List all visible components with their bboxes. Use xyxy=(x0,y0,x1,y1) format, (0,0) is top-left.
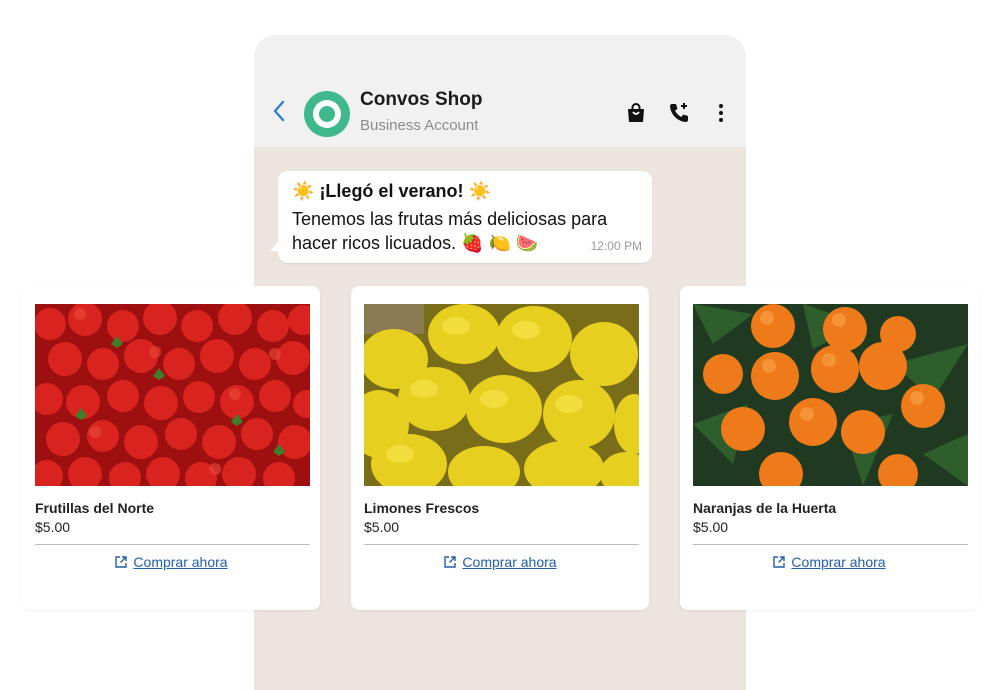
external-link-icon xyxy=(115,556,128,568)
message-time: 12:00 PM xyxy=(590,239,642,253)
product-image-oranges[interactable] xyxy=(693,304,968,486)
fruit-emojis: 🍓 🍋 🍉 xyxy=(461,233,539,253)
buy-now-link[interactable]: Comprar ahora xyxy=(22,554,320,570)
chat-header: Convos Shop Business Account xyxy=(254,35,746,147)
buy-now-link[interactable]: Comprar ahora xyxy=(680,554,978,570)
external-link-icon xyxy=(444,556,457,568)
back-arrow-icon[interactable] xyxy=(272,99,286,123)
product-card[interactable]: Naranjas de la Huerta $5.00 Comprar ahor… xyxy=(680,286,978,610)
product-name: Naranjas de la Huerta xyxy=(693,500,837,516)
message-headline: ☀️ ¡Llegó el verano! ☀️ xyxy=(292,181,491,201)
divider xyxy=(364,544,639,545)
more-vert-icon[interactable] xyxy=(709,101,733,125)
external-link-icon xyxy=(773,556,786,568)
shopping-bag-icon[interactable] xyxy=(624,101,648,125)
product-card[interactable]: Limones Frescos $5.00 Comprar ahora xyxy=(351,286,649,610)
sun-icon: ☀️ xyxy=(468,181,491,201)
chat-title[interactable]: Convos Shop xyxy=(360,89,482,111)
product-image-strawberries[interactable] xyxy=(35,304,310,486)
product-price: $5.00 xyxy=(364,519,400,535)
chat-subtitle: Business Account xyxy=(360,117,479,134)
product-name: Frutillas del Norte xyxy=(35,500,155,516)
add-call-icon[interactable] xyxy=(667,101,691,125)
product-name: Limones Frescos xyxy=(364,500,480,516)
divider xyxy=(35,544,310,545)
message-text: Tenemos las frutas más deliciosas para h… xyxy=(292,209,608,253)
product-card[interactable]: Frutillas del Norte $5.00 Comprar ahora xyxy=(22,286,320,610)
product-price: $5.00 xyxy=(693,519,729,535)
divider xyxy=(693,544,968,545)
product-price: $5.00 xyxy=(35,519,71,535)
message-bubble: ☀️ ¡Llegó el verano! ☀️ Tenemos las frut… xyxy=(270,171,652,263)
product-image-lemons[interactable] xyxy=(364,304,639,486)
avatar[interactable] xyxy=(304,91,350,137)
sun-icon: ☀️ xyxy=(292,181,315,201)
buy-now-link[interactable]: Comprar ahora xyxy=(351,554,649,570)
